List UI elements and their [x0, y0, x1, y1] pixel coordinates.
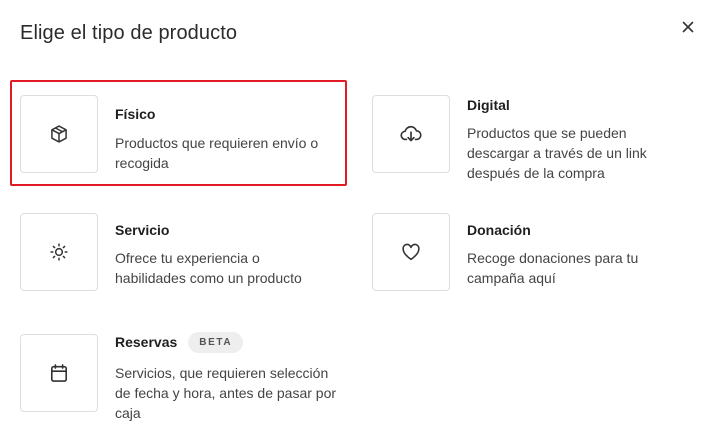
option-icon-box	[20, 213, 98, 291]
option-icon-box	[20, 334, 98, 412]
option-description: Recoge donaciones para tu campaña aquí	[467, 250, 639, 286]
option-title-row: Reservas BETA	[115, 330, 355, 354]
box-icon	[51, 125, 67, 143]
option-title: Físico	[115, 106, 156, 122]
calendar-icon	[50, 364, 68, 382]
product-type-dialog: Elige el tipo de producto Físico Product…	[0, 0, 713, 444]
option-icon-box	[372, 213, 450, 291]
option-fisico[interactable]: Físico Productos que requieren envío o r…	[20, 95, 345, 173]
option-servicio[interactable]: Servicio Ofrece tu experiencia o habilid…	[20, 213, 345, 291]
cloud-download-icon	[400, 125, 422, 142]
option-title: Digital	[467, 97, 510, 113]
beta-badge: BETA	[188, 331, 244, 353]
close-button[interactable]	[678, 17, 698, 37]
option-title: Reservas	[115, 334, 178, 350]
option-description: Productos que requieren envío o recogida	[115, 135, 319, 171]
dialog-title: Elige el tipo de producto	[20, 22, 238, 44]
sun-icon	[50, 243, 68, 261]
close-icon	[682, 21, 694, 33]
option-reservas[interactable]: Reservas BETA Servicios, que requieren s…	[20, 331, 355, 423]
option-description: Servicios, que requieren selección de fe…	[115, 365, 337, 421]
option-title: Servicio	[115, 222, 170, 238]
option-donacion[interactable]: Donación Recoge donaciones para tu campa…	[372, 213, 697, 291]
option-icon-box	[20, 95, 98, 173]
option-description: Ofrece tu experiencia o habilidades como…	[115, 250, 302, 286]
heart-icon	[402, 243, 420, 261]
option-title: Donación	[467, 222, 531, 238]
option-digital[interactable]: Digital Productos que se pueden descarga…	[372, 95, 697, 183]
option-icon-box	[372, 95, 450, 173]
option-description: Productos que se pueden descargar a trav…	[467, 125, 647, 181]
